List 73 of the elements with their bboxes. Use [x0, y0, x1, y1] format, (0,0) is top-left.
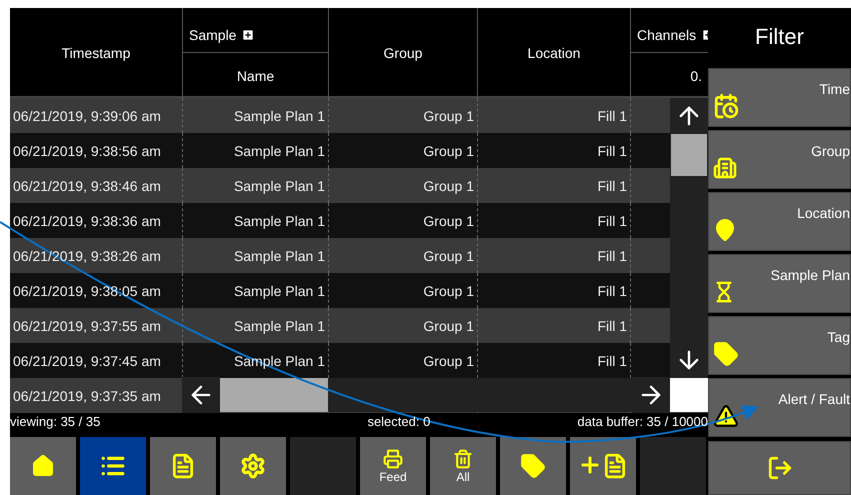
column-group-header: Sample	[189, 27, 236, 43]
home-icon	[31, 454, 55, 478]
table-cell: Group 1	[423, 108, 474, 124]
table-cell: Group 1	[423, 212, 474, 228]
scrollbar-corner	[670, 378, 708, 412]
filter-button[interactable]: Location	[708, 192, 851, 251]
document-icon	[170, 453, 196, 479]
table-cell: Sample Plan 1	[234, 248, 325, 264]
table-cell: Sample Plan 1	[234, 178, 325, 194]
table-cell: 06/21/2019, 9:37:35 am	[13, 388, 161, 404]
location-pin-icon	[713, 218, 737, 242]
list-button[interactable]	[80, 437, 146, 495]
table-cell: Group 1	[423, 248, 474, 264]
printer-button[interactable]: Feed	[360, 437, 426, 495]
table-cell: Sample Plan 1	[234, 142, 325, 158]
column-header[interactable]: Timestamp	[62, 45, 130, 61]
calendar-clock-icon	[713, 92, 739, 118]
table-cell: 06/21/2019, 9:38:36 am	[13, 212, 161, 228]
table-cell: 06/21/2019, 9:39:06 am	[13, 108, 161, 124]
filter-button[interactable]: Tag	[708, 316, 851, 375]
exit-icon	[766, 455, 792, 481]
horizontal-scrollbar[interactable]	[182, 378, 708, 412]
expand-icon[interactable]	[241, 28, 256, 42]
table-cell: Fill 1	[597, 108, 627, 124]
filter-button[interactable]: Sample Plan	[708, 254, 851, 313]
settings-button[interactable]	[220, 437, 286, 495]
settings-icon	[240, 453, 266, 479]
table-cell: Group 1	[423, 142, 474, 158]
filter-title: Filter	[755, 24, 804, 50]
printer-icon	[383, 448, 403, 468]
filter-button[interactable]: Time	[708, 68, 851, 127]
column-header[interactable]: Group	[384, 45, 422, 61]
table-cell: Fill 1	[597, 248, 627, 264]
status-text: data buffer: 35 / 10000	[577, 414, 708, 428]
trash-button[interactable]: All	[430, 437, 496, 495]
building-icon	[713, 156, 737, 180]
column-header[interactable]: Name	[236, 68, 274, 84]
scroll-thumb[interactable]	[671, 134, 707, 176]
table-cell: Fill 1	[597, 318, 627, 334]
column-header[interactable]: 0.	[690, 68, 702, 84]
table-cell: Fill 1	[597, 212, 627, 228]
tag-button[interactable]	[500, 437, 566, 495]
table-cell: Group 1	[423, 318, 474, 334]
table-cell: 06/21/2019, 9:38:56 am	[13, 142, 161, 158]
table-cell: Fill 1	[597, 142, 627, 158]
column-group-header: Channels	[637, 27, 696, 43]
table-cell: Sample Plan 1	[234, 318, 325, 334]
table-cell: Group 1	[423, 352, 474, 368]
table-cell: 06/21/2019, 9:38:46 am	[13, 178, 161, 194]
trash-icon	[453, 448, 473, 468]
table-cell: Sample Plan 1	[234, 212, 325, 228]
vertical-scrollbar[interactable]	[670, 98, 708, 378]
add-document-button[interactable]	[570, 437, 636, 495]
table-cell: Sample Plan 1	[234, 108, 325, 124]
table-cell: Fill 1	[597, 352, 627, 368]
table-cell: 06/21/2019, 9:37:45 am	[13, 352, 161, 368]
column-header[interactable]: Location	[528, 45, 580, 61]
table-cell: 06/21/2019, 9:37:55 am	[13, 318, 161, 334]
scroll-thumb[interactable]	[220, 378, 328, 412]
warning-icon	[713, 402, 739, 428]
exit-button[interactable]	[708, 441, 851, 495]
table-cell: Group 1	[423, 178, 474, 194]
status-text: viewing: 35 / 35	[10, 414, 100, 428]
document-button[interactable]	[150, 437, 216, 495]
filter-button[interactable]: Group	[708, 130, 851, 189]
tag-icon	[520, 453, 546, 479]
table-cell: Sample Plan 1	[234, 282, 325, 298]
home-button[interactable]	[10, 437, 76, 495]
table-cell: Group 1	[423, 282, 474, 298]
filter-button[interactable]: Alert / Fault	[708, 378, 851, 437]
tag-icon	[713, 340, 739, 366]
table-cell: Fill 1	[597, 178, 627, 194]
table-cell: Fill 1	[597, 282, 627, 298]
